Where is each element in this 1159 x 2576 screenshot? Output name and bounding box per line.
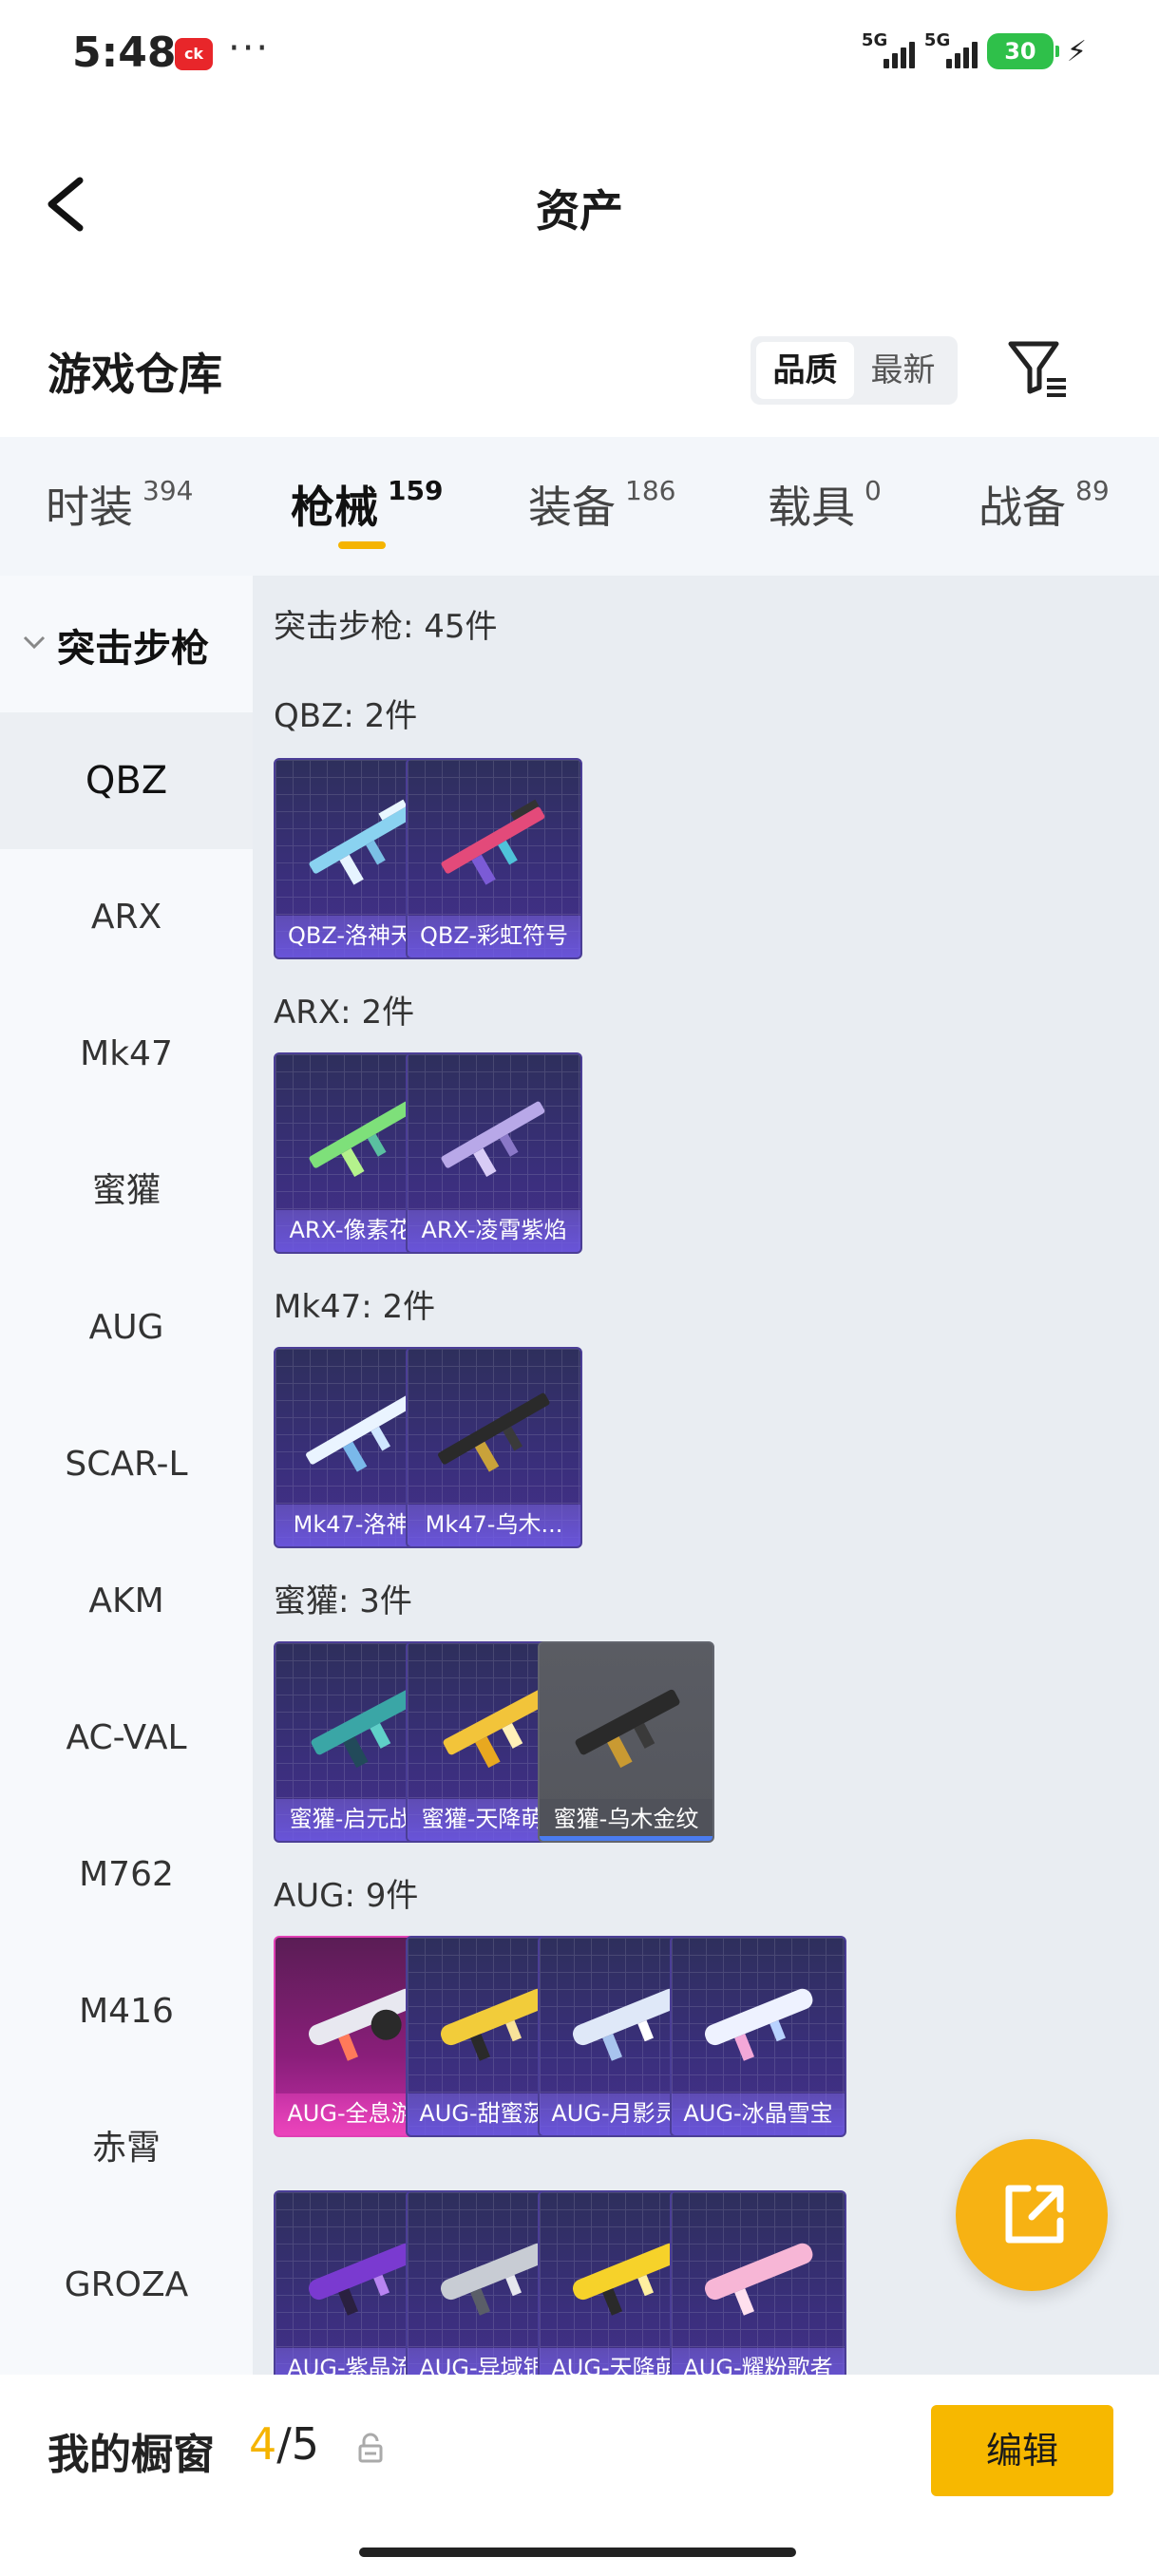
sidebar-item-ac-val[interactable]: AC-VAL <box>0 1670 253 1807</box>
sidebar-item-m416[interactable]: M416 <box>0 1943 253 2080</box>
weapon-list: 突击步枪: 45件 QBZ: 2件 QBZ-洛神天依 QBZ-彩虹符号 ARX:… <box>253 576 1159 2375</box>
top-nav: 资产 <box>0 142 1159 266</box>
tab-count: 159 <box>388 475 444 506</box>
sidebar-item-honey-badger[interactable]: 蜜獾 <box>0 1123 253 1260</box>
weapon-card[interactable]: AUG-冰晶雪宝 <box>670 1936 846 2137</box>
rifle-skin-icon <box>441 1101 545 1177</box>
status-time: 5:48 <box>72 28 177 77</box>
sidebar-item-m762[interactable]: M762 <box>0 1807 253 1943</box>
sidebar-item-chixiao[interactable]: 赤霄 <box>0 2080 253 2217</box>
subgroup-title: QBZ: 2件 <box>274 697 418 735</box>
section-header: 游戏仓库 品质 最新 <box>0 323 1159 427</box>
sort-toggle: 品质 最新 <box>750 336 958 405</box>
tab-label: 时装 <box>46 482 133 533</box>
signal-5g-icon-2: 5G <box>924 30 978 72</box>
weapon-card-name: 蜜獾-乌木金纹 <box>540 1799 712 1841</box>
tab-vehicles[interactable]: 载具 0 <box>768 473 882 559</box>
weapon-card-name: AUG-耀粉歌者 <box>672 2348 845 2375</box>
sidebar-item-scar-l[interactable]: SCAR-L <box>0 1396 253 1533</box>
share-button[interactable] <box>956 2139 1108 2291</box>
tab-fashion[interactable]: 时装 394 <box>46 473 193 559</box>
showcase-total: /5 <box>276 2418 320 2470</box>
charging-icon: ⚡ <box>1066 34 1087 68</box>
status-indicators: 5G 5G 30 ⚡ <box>862 30 1087 72</box>
active-tab-indicator <box>338 541 386 549</box>
more-notifications-icon: ··· <box>228 27 271 70</box>
tab-count: 89 <box>1075 475 1110 506</box>
home-indicator[interactable] <box>359 2548 796 2557</box>
weapon-card[interactable]: AUG-耀粉歌者 <box>670 2190 846 2375</box>
section-title: 游戏仓库 <box>48 349 222 400</box>
showcase-count: 4/5 <box>249 2418 319 2470</box>
category-tabs: 时装 394 枪械 159 装备 186 载具 0 战备 89 <box>0 437 1159 576</box>
tab-label: 枪械 <box>291 482 378 533</box>
chevron-down-icon <box>23 635 46 650</box>
showcase-current: 4 <box>249 2418 277 2470</box>
sort-latest-option[interactable]: 最新 <box>854 342 952 399</box>
subgroup-title: AUG: 9件 <box>274 1877 419 1915</box>
subgroup-title: 蜜獾: 3件 <box>274 1582 412 1620</box>
tab-count: 186 <box>625 475 676 506</box>
weapon-card-name: QBZ-彩虹符号 <box>408 916 580 957</box>
subgroup-title: Mk47: 2件 <box>274 1288 436 1326</box>
sort-quality-option[interactable]: 品质 <box>756 342 854 399</box>
rifle-skin-icon <box>441 799 545 885</box>
sidebar-item-akm[interactable]: AKM <box>0 1533 253 1670</box>
weapon-card-name: Mk47-乌木... <box>408 1505 580 1546</box>
sidebar-item-arx[interactable]: ARX <box>0 849 253 986</box>
tab-label: 装备 <box>528 482 616 533</box>
sidebar-item-groza[interactable]: GROZA <box>0 2217 253 2354</box>
group-total-label: 突击步枪: 45件 <box>274 608 498 646</box>
rifle-skin-icon <box>438 1392 550 1472</box>
subgroup-title: ARX: 2件 <box>274 994 415 1032</box>
tab-supplies[interactable]: 战备 89 <box>978 473 1110 559</box>
signal-5g-icon: 5G <box>862 30 915 72</box>
sidebar-item-qbz[interactable]: QBZ <box>0 712 253 849</box>
rifle-skin-icon <box>575 1689 680 1769</box>
tab-equipment[interactable]: 装备 186 <box>528 473 675 559</box>
sidebar-item-mk47[interactable]: Mk47 <box>0 986 253 1123</box>
weapon-card[interactable]: QBZ-彩虹符号 <box>406 758 582 959</box>
tab-count: 394 <box>142 475 194 506</box>
edit-button[interactable]: 编辑 <box>931 2405 1113 2496</box>
weapon-card-name: ARX-凌霄紫焰 <box>408 1210 580 1252</box>
page-title: 资产 <box>536 185 623 237</box>
sidebar-item-aug[interactable]: AUG <box>0 1260 253 1396</box>
rifle-skin-icon <box>704 2243 813 2316</box>
weapon-card-name: AUG-冰晶雪宝 <box>672 2093 845 2135</box>
tab-label: 战备 <box>978 482 1066 533</box>
tab-count: 0 <box>864 475 882 506</box>
battery-icon: 30 <box>986 33 1059 69</box>
weapon-card[interactable]: Mk47-乌木... <box>406 1347 582 1548</box>
weapon-type-sidebar: 突击步枪 QBZ ARX Mk47 蜜獾 AUG SCAR-L AKM AC-V… <box>0 576 253 2375</box>
rifle-skin-icon <box>704 1988 813 2061</box>
status-bar: 5:48 ck ··· 5G 5G 30 ⚡ <box>0 0 1159 114</box>
showcase-label: 我的橱窗 <box>48 2431 215 2479</box>
weapon-card[interactable]: 蜜獾-乌木金纹 <box>538 1641 714 1843</box>
lock-icon <box>358 2433 383 2463</box>
filter-button[interactable] <box>1003 334 1072 403</box>
showcase-bar: 我的橱窗 4/5 编辑 <box>0 2375 1159 2576</box>
filter-icon <box>1008 341 1066 397</box>
sidebar-group-assault-rifles[interactable]: 突击步枪 <box>0 576 253 712</box>
sidebar-group-label: 突击步枪 <box>57 627 209 671</box>
tab-label: 载具 <box>768 482 855 533</box>
share-icon <box>1005 2185 1064 2244</box>
app-notification-icon: ck <box>175 38 213 70</box>
weapon-card[interactable]: ARX-凌霄紫焰 <box>406 1052 582 1254</box>
